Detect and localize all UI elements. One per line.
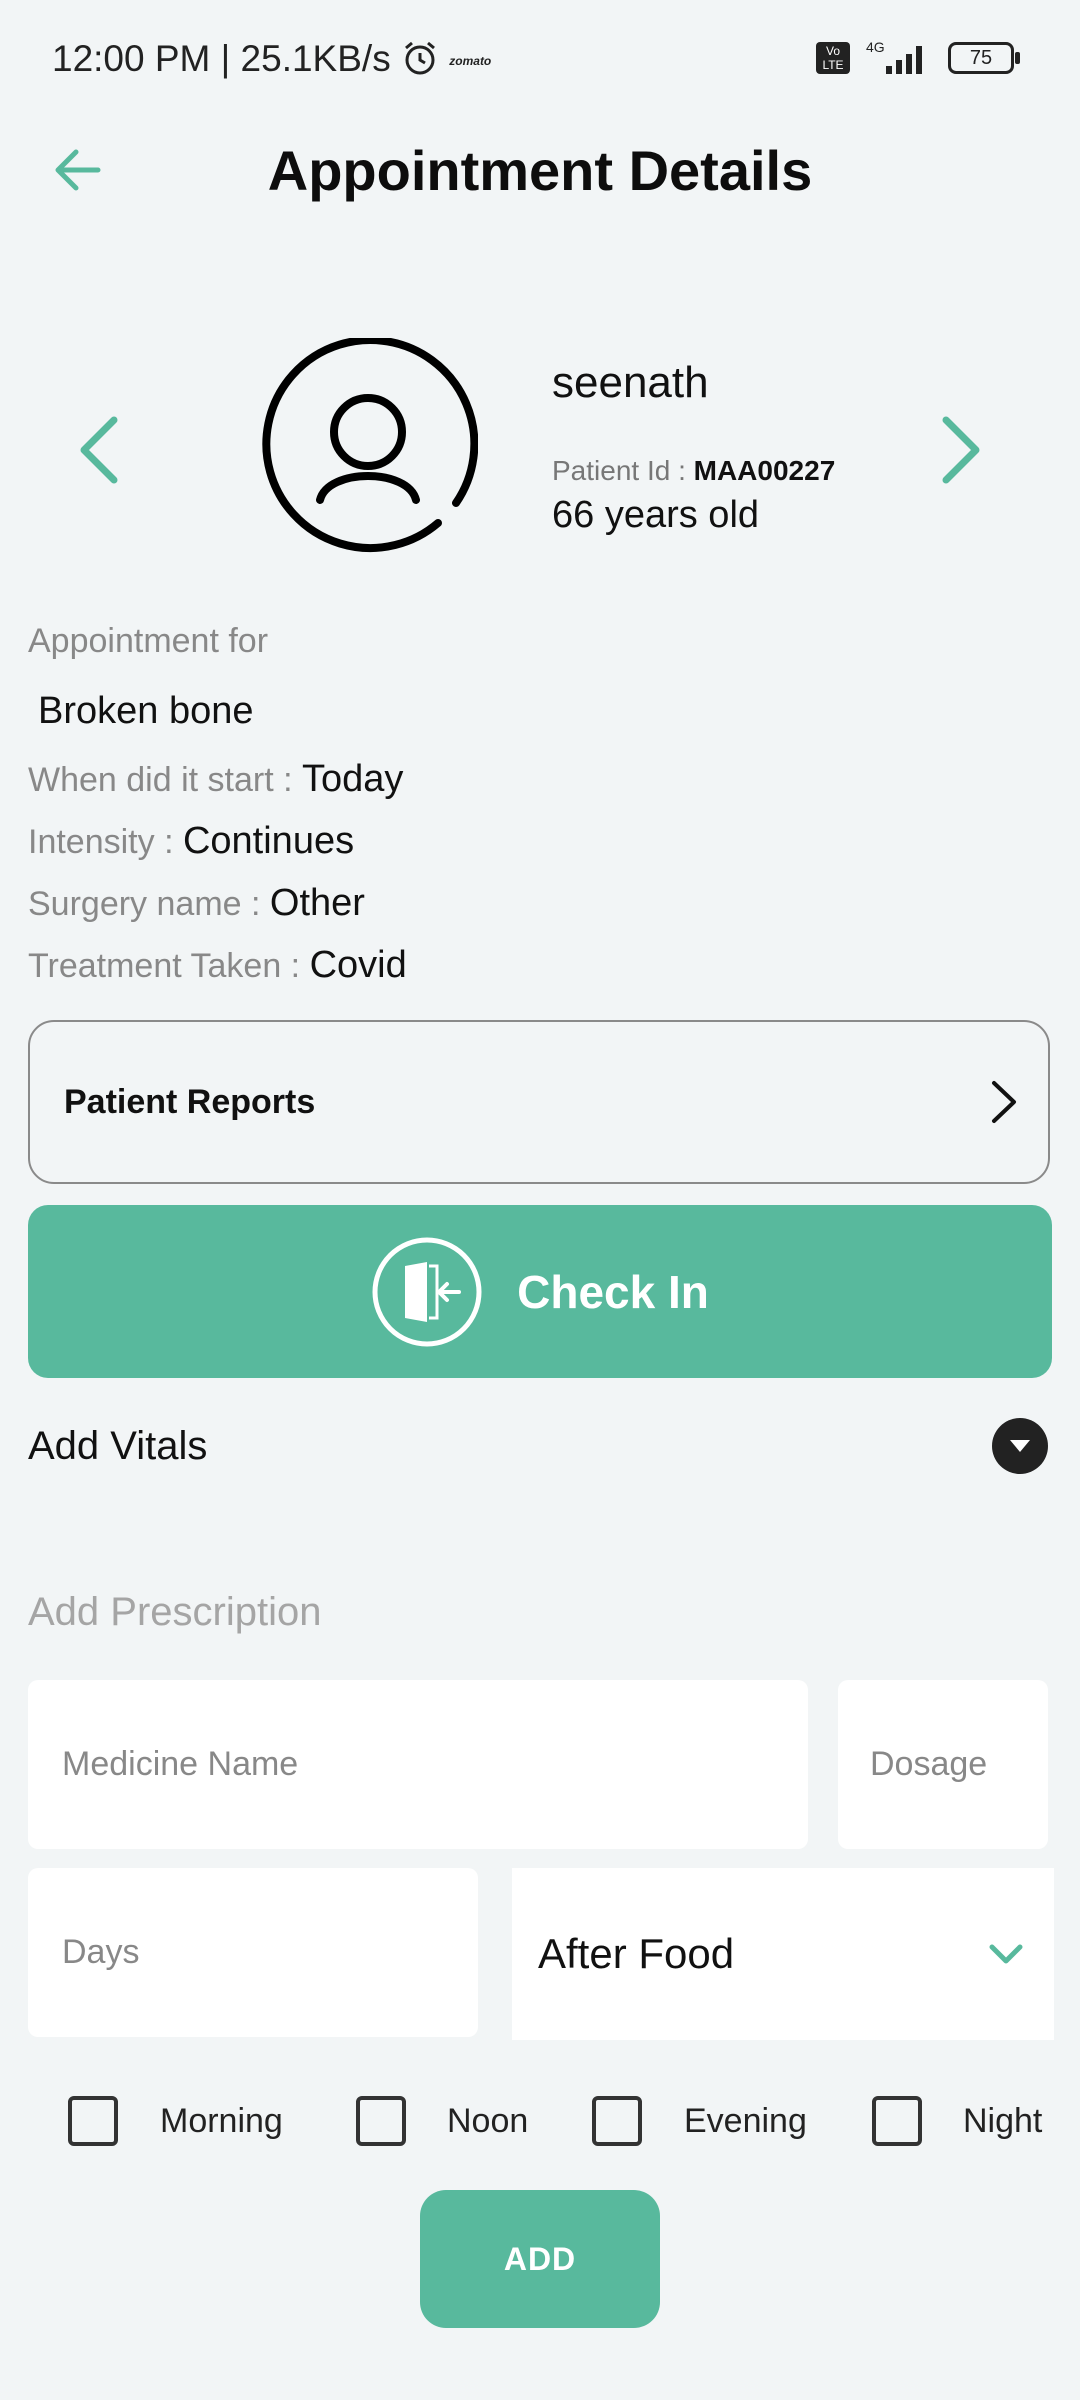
door-enter-icon <box>372 1237 482 1346</box>
morning-label: Morning <box>160 2102 283 2140</box>
detail-label: Surgery name : <box>28 885 270 923</box>
status-indicators: Vo LTE 4G 75 <box>816 40 1020 76</box>
check-in-button[interactable]: Check In <box>28 1205 1052 1378</box>
detail-value: Covid <box>309 944 407 986</box>
appointment-reason: Broken bone <box>38 690 254 732</box>
food-timing-value: After Food <box>538 1930 735 1977</box>
morning-checkbox[interactable] <box>68 2096 118 2146</box>
chevron-right-icon <box>992 1081 1016 1123</box>
detail-value: Other <box>269 882 365 924</box>
caret-down-icon <box>1010 1440 1030 1452</box>
detail-treatment: Treatment Taken : Covid <box>28 944 407 987</box>
detail-label: Treatment Taken : <box>28 947 310 985</box>
vitals-expand-button[interactable] <box>992 1418 1048 1474</box>
status-time: 12:00 PM | 25.1KB/s zomato <box>52 38 492 79</box>
volte-icon: Vo LTE <box>816 42 850 74</box>
evening-label: Evening <box>684 2102 807 2140</box>
battery-icon: 75 <box>948 42 1020 74</box>
detail-intensity: Intensity : Continues <box>28 820 354 863</box>
user-icon <box>262 336 479 552</box>
dosage-input[interactable] <box>838 1680 1048 1849</box>
zomato-logo: zomato <box>449 54 492 68</box>
previous-patient-button[interactable] <box>70 410 130 490</box>
patient-age: 66 years old <box>552 494 760 536</box>
noon-label: Noon <box>447 2102 529 2140</box>
check-in-label: Check In <box>517 1265 709 1318</box>
detail-label: When did it start : <box>28 761 302 799</box>
network-type: 4G <box>866 40 885 55</box>
patient-id-label: Patient Id : <box>552 455 694 486</box>
battery-level: 75 <box>969 46 993 69</box>
evening-checkbox[interactable] <box>592 2096 642 2146</box>
appointment-for-label: Appointment for <box>28 622 269 660</box>
food-timing-dropdown[interactable]: After Food <box>512 1868 1054 2040</box>
detail-label: Intensity : <box>28 823 183 861</box>
add-prescription-title: Add Prescription <box>28 1590 322 1634</box>
patient-id: Patient Id : MAA00227 <box>552 455 835 487</box>
add-vitals-label: Add Vitals <box>28 1424 208 1468</box>
noon-checkbox[interactable] <box>356 2096 406 2146</box>
medicine-name-input[interactable] <box>28 1680 808 1849</box>
chevron-right-icon <box>942 416 980 484</box>
chevron-down-icon <box>989 1944 1023 1964</box>
patient-name: seenath <box>552 358 709 407</box>
page-title: Appointment Details <box>267 139 813 202</box>
patient-reports-label: Patient Reports <box>64 1082 316 1121</box>
night-label: Night <box>963 2102 1043 2140</box>
patient-reports-button[interactable]: Patient Reports <box>28 1020 1050 1184</box>
chevron-left-icon <box>80 416 118 484</box>
add-prescription-button[interactable]: ADD <box>420 2190 660 2328</box>
signal-icon: 4G <box>866 40 922 74</box>
detail-start: When did it start : Today <box>28 758 403 801</box>
detail-value: Continues <box>182 820 355 862</box>
add-label: ADD <box>503 2240 577 2277</box>
night-checkbox[interactable] <box>872 2096 922 2146</box>
patient-avatar <box>258 336 479 558</box>
detail-surgery: Surgery name : Other <box>28 882 365 925</box>
detail-value: Today <box>302 758 404 800</box>
patient-id-value: MAA00227 <box>693 455 836 486</box>
alarm-icon <box>405 41 435 75</box>
next-patient-button[interactable] <box>930 410 990 490</box>
days-input[interactable] <box>28 1868 478 2037</box>
